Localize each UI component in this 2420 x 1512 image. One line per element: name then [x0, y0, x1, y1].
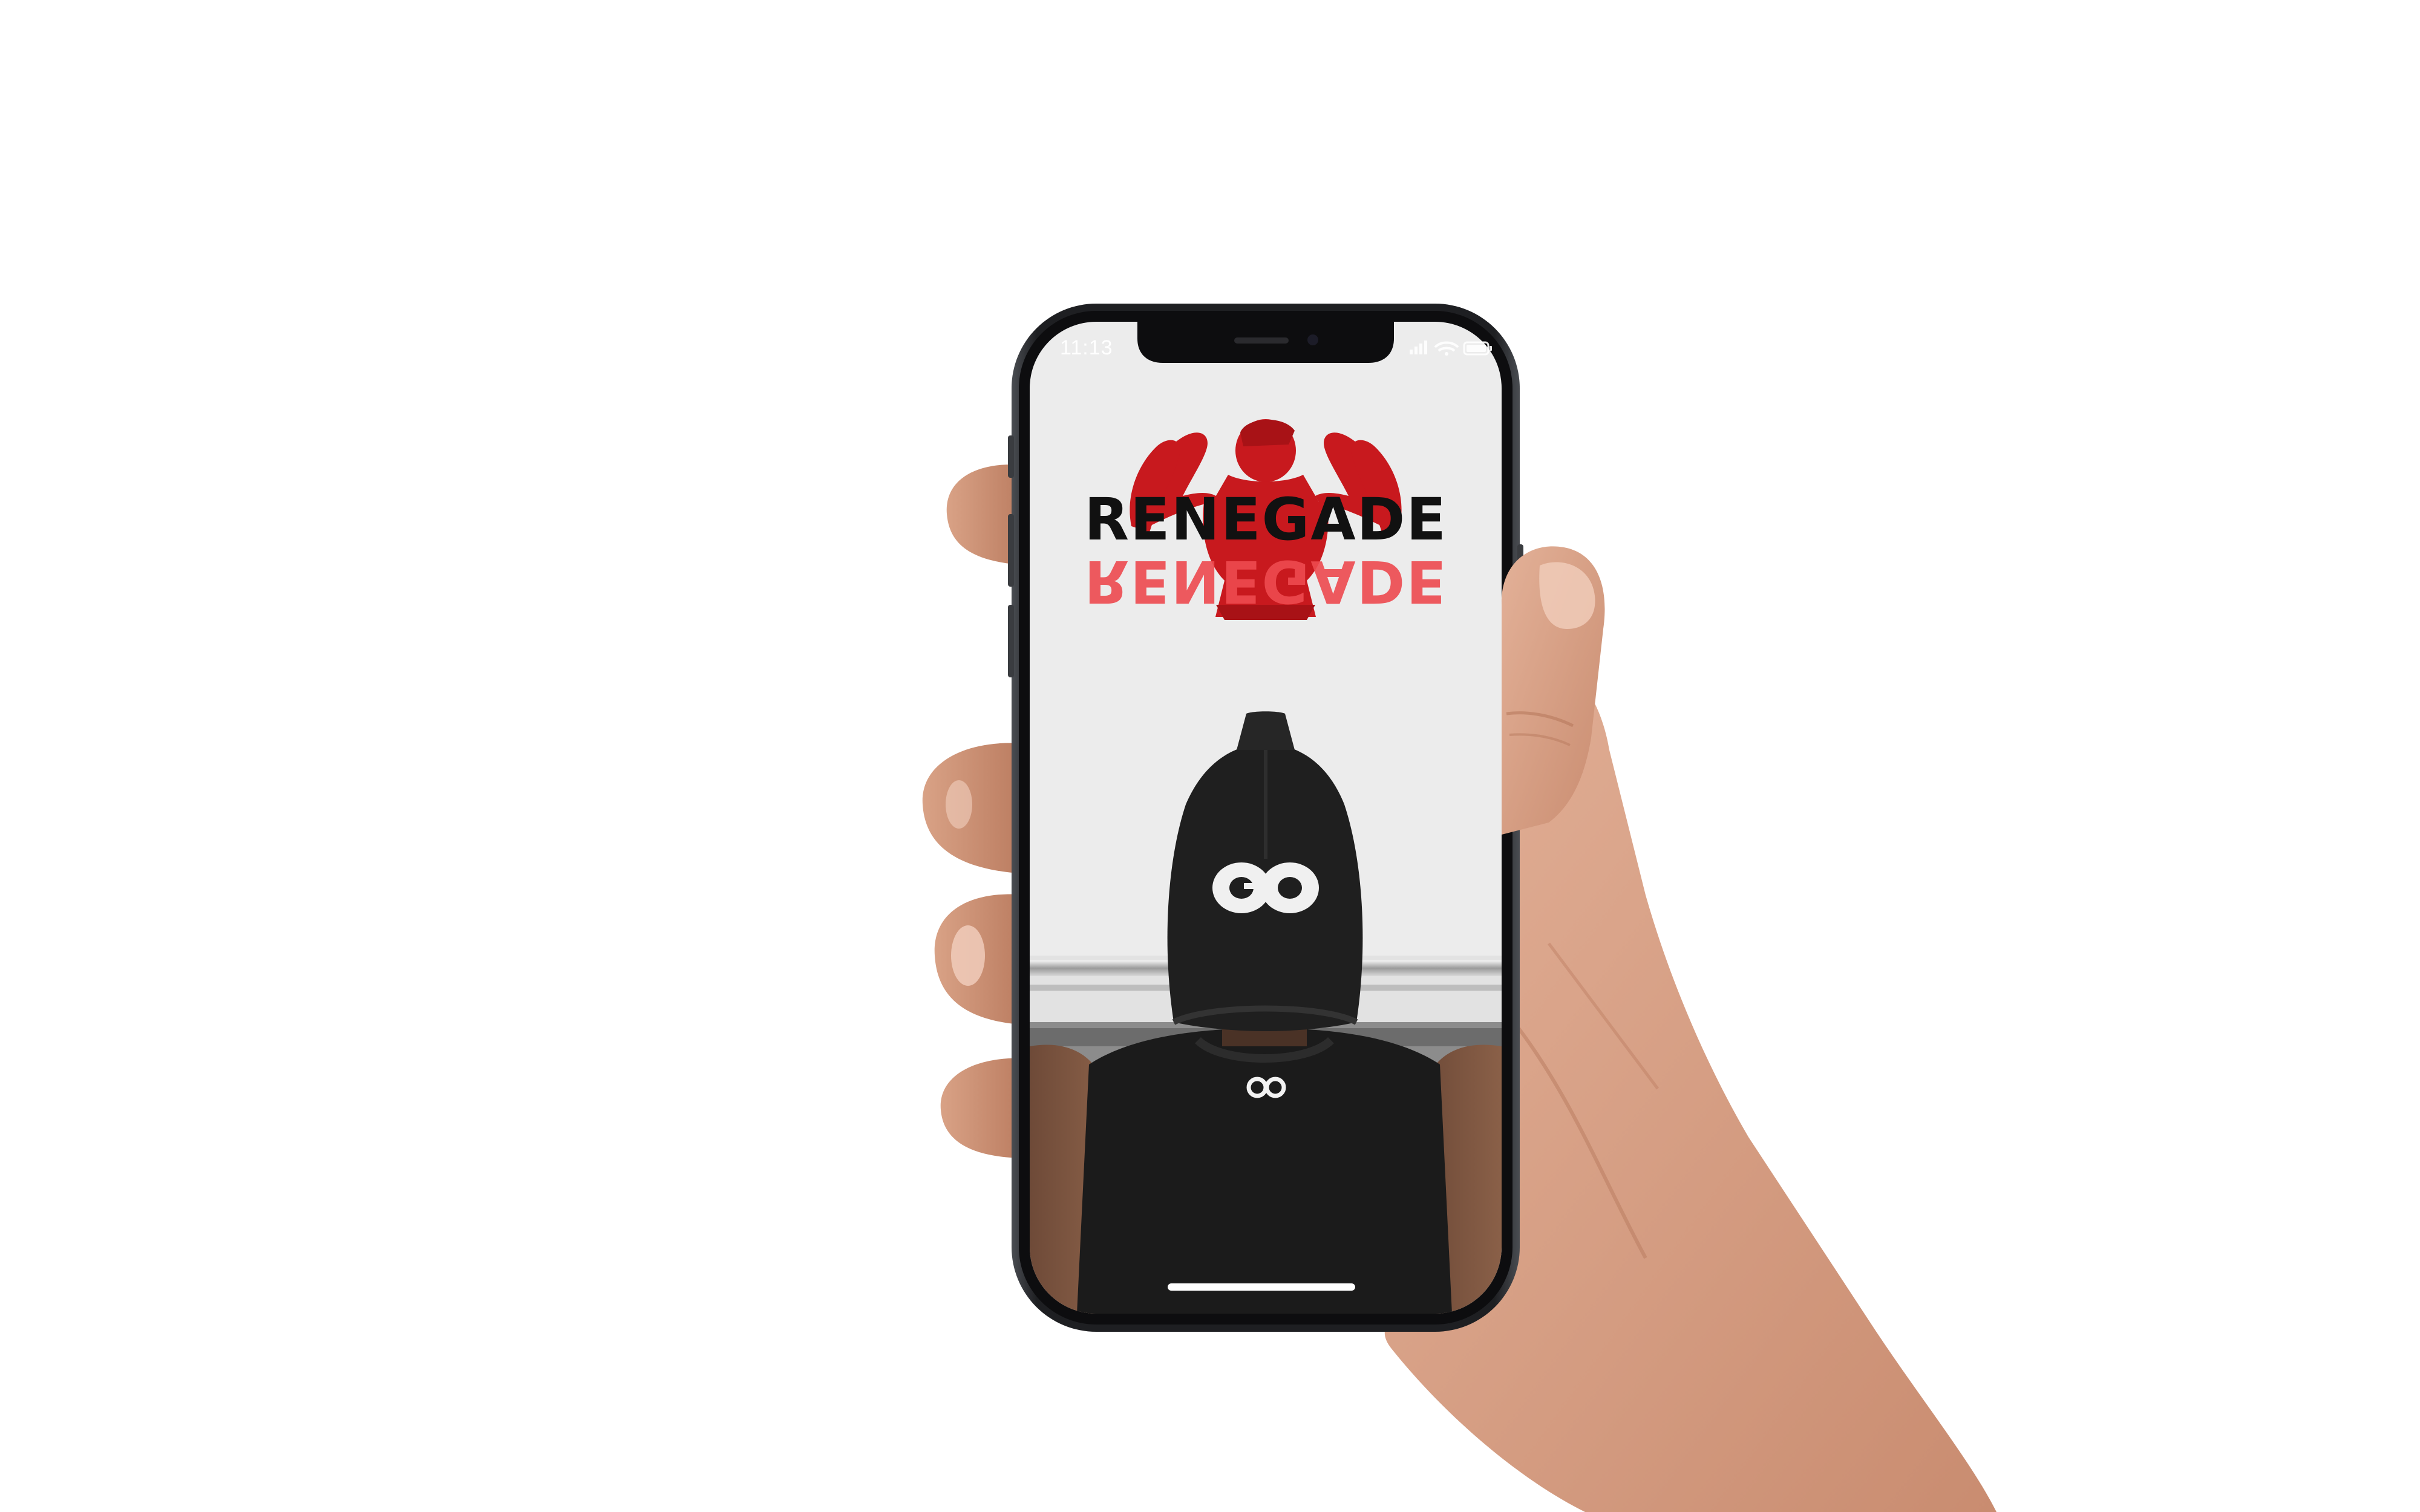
phone-mockup-illustration: RENEGADE RENEGADE 11:13: [922, 304, 1996, 1512]
wordmark-reflection: RENEGADE: [1084, 547, 1447, 615]
front-camera: [1307, 334, 1318, 345]
mockup-scene: RENEGADE RENEGADE 11:13: [0, 0, 2420, 1512]
home-indicator[interactable]: [1168, 1283, 1355, 1291]
phone-screen: RENEGADE RENEGADE: [1030, 322, 1502, 1314]
notch: [1137, 322, 1394, 363]
status-time: 11:13: [1060, 336, 1113, 359]
wordmark: RENEGADE: [1084, 486, 1447, 553]
black-tank-top: [1077, 1028, 1452, 1314]
speaker-grille: [1234, 337, 1289, 344]
